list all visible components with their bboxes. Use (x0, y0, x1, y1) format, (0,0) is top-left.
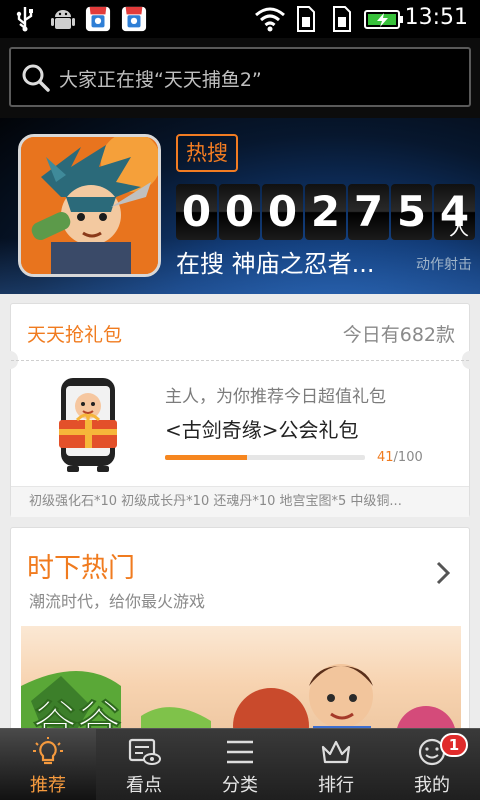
gift-card-header: 天天抢礼包 今日有682款 (11, 304, 469, 360)
wifi-icon (255, 7, 285, 32)
nav-watch[interactable]: 看点 (96, 729, 192, 800)
bottom-navigation: 推荐 看点 分类 排行 我的 1 (0, 728, 480, 800)
counter-digit: 0 (262, 184, 303, 240)
search-icon (22, 64, 50, 92)
gift-progress-total: /100 (393, 450, 423, 465)
ninja-character-icon (21, 137, 158, 274)
notification-badge: 1 (440, 733, 468, 757)
nav-recommend[interactable]: 推荐 (0, 729, 96, 800)
counter-digit: 7 (348, 184, 389, 240)
gift-progress-bar (165, 455, 365, 460)
android-debug-icon (51, 10, 75, 29)
gift-items-list: 初级强化石*10 初级成长丹*10 还魂丹*10 地宫宝图*5 中级铜... (11, 486, 469, 517)
game-genre: 动作射击 (416, 257, 472, 273)
clock: 13:51 (404, 5, 468, 30)
search-placeholder: 大家正在搜“天天捕鱼2” (59, 69, 262, 91)
search-bar: 大家正在搜“天天捕鱼2” (0, 38, 480, 118)
trending-subtitle: 潮流时代，给你最火游戏 (29, 592, 206, 611)
nav-ranking[interactable]: 排行 (288, 729, 384, 800)
watch-icon (128, 738, 161, 765)
gift-pack-card[interactable]: 天天抢礼包 今日有682款 主人，为你推荐今日超值礼包 <古剑奇缘>公会礼包 4… (10, 303, 470, 517)
app-notify-icon (85, 6, 111, 32)
hot-search-banner[interactable]: 热搜 0 0 0 2 7 5 4 人 在搜 神庙之忍者... 动作射击 (0, 118, 480, 294)
counter-digit: 0 (176, 184, 217, 240)
search-counter: 0 0 0 2 7 5 4 (176, 184, 475, 240)
gift-subtitle: 主人，为你推荐今日超值礼包 (165, 387, 386, 407)
searching-game-name: 在搜 神庙之忍者... (176, 250, 375, 278)
app-notify-icon (121, 6, 147, 32)
nav-category[interactable]: 分类 (192, 729, 288, 800)
gift-phone-mascot-icon (59, 378, 117, 472)
gift-card-title: 天天抢礼包 (27, 324, 123, 346)
nav-label: 分类 (222, 775, 258, 796)
lightbulb-icon (33, 737, 63, 765)
counter-unit: 人 (449, 216, 469, 240)
gift-today-count: 今日有682款 (342, 324, 455, 346)
nav-label: 排行 (318, 775, 354, 796)
usb-icon (16, 7, 33, 32)
hot-search-badge: 热搜 (176, 134, 238, 172)
battery-charging-icon (364, 10, 403, 29)
crown-icon (321, 740, 351, 764)
gift-progress-text: 41/100 (377, 450, 423, 465)
gift-name: <古剑奇缘>公会礼包 (165, 418, 359, 442)
status-bar: 13:51 (0, 0, 480, 38)
game-icon[interactable] (18, 134, 161, 277)
trending-card[interactable]: 时下热门 潮流时代，给你最火游戏 谷谷 (10, 527, 470, 747)
counter-digit: 0 (219, 184, 260, 240)
nav-label: 看点 (126, 775, 162, 796)
chevron-right-icon[interactable] (435, 560, 451, 586)
sim-icon (297, 6, 315, 32)
sim-icon (333, 6, 351, 32)
gift-progress-fill (165, 455, 247, 460)
nav-label: 我的 (414, 775, 450, 796)
counter-digit: 2 (305, 184, 346, 240)
nav-label: 推荐 (30, 775, 66, 796)
trending-title: 时下热门 (27, 553, 135, 584)
gift-progress-current: 41 (377, 450, 394, 465)
dashed-divider (11, 360, 469, 361)
menu-icon (227, 740, 253, 764)
counter-digit: 5 (391, 184, 432, 240)
search-input[interactable]: 大家正在搜“天天捕鱼2” (9, 47, 471, 107)
